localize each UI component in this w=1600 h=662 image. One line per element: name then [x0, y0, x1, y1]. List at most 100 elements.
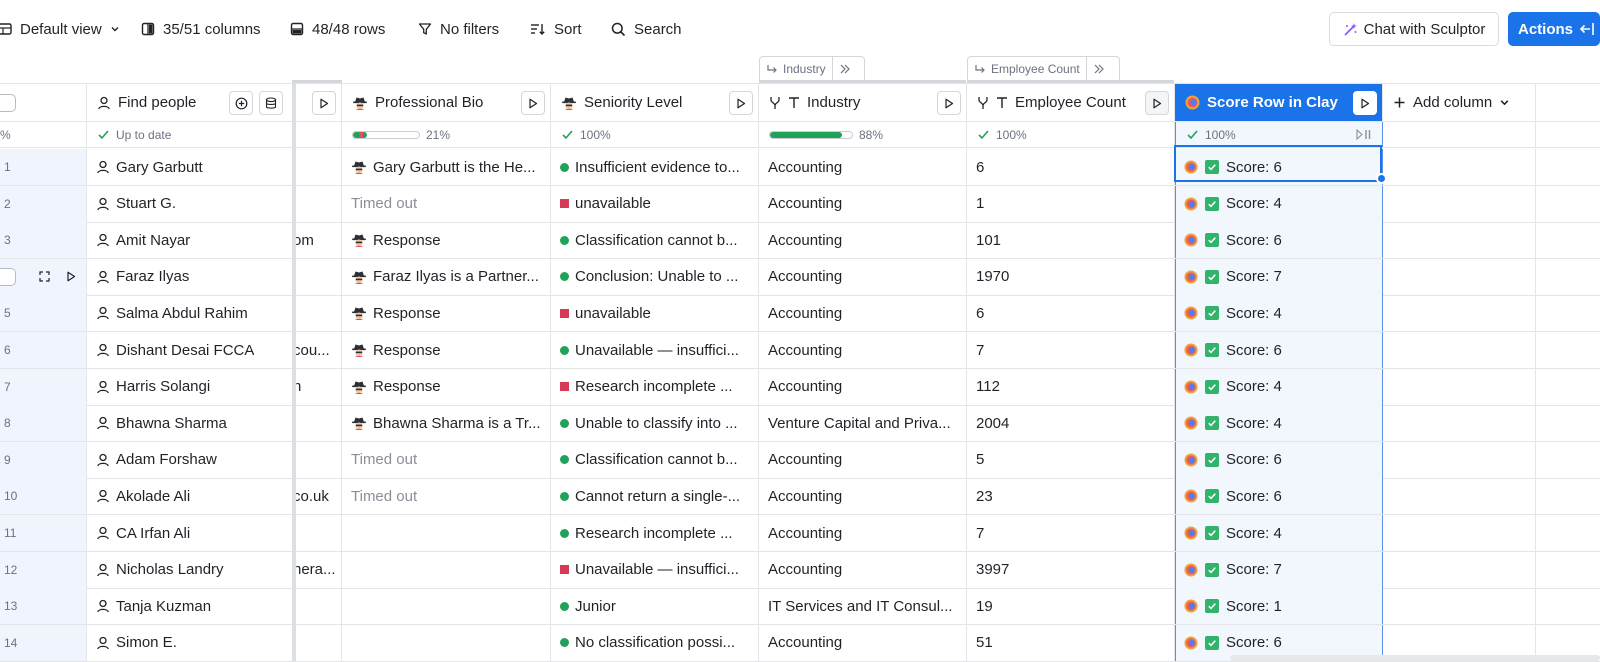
industry-cell[interactable]: Accounting	[759, 149, 967, 185]
column-header-seniority-level[interactable]: Seniority Level	[551, 84, 759, 121]
employee-count-cell[interactable]: 23	[967, 478, 1175, 515]
collapsed-column-cell[interactable]: om	[293, 222, 342, 259]
collapsed-column-cell[interactable]	[293, 295, 342, 332]
professional-bio-cell[interactable]: Faraz Ilyas is a Partner...	[342, 258, 551, 295]
professional-bio-cell[interactable]: Response	[342, 368, 551, 405]
table-row[interactable]: 3 Amit Nayar om Response Classification cann…	[0, 222, 1600, 260]
seniority-level-cell[interactable]: Insufficient evidence to...	[551, 149, 759, 185]
employee-count-cell[interactable]: 7	[967, 332, 1175, 368]
find-people-cell[interactable]: Amit Nayar	[87, 222, 293, 259]
score-cell[interactable]: Score: 4	[1175, 185, 1383, 222]
professional-bio-cell[interactable]	[342, 588, 551, 625]
score-cell[interactable]: Score: 1	[1175, 588, 1383, 625]
seniority-level-cell[interactable]: Research incomplete ...	[551, 368, 759, 405]
seniority-level-cell[interactable]: Conclusion: Unable to ...	[551, 258, 759, 295]
column-header-employee-count[interactable]: Employee Count	[967, 84, 1175, 121]
score-cell[interactable]: Score: 4	[1175, 368, 1383, 405]
employee-count-cell[interactable]: 6	[967, 295, 1175, 332]
score-cell[interactable]: Score: 4	[1175, 405, 1383, 442]
empty-cell[interactable]	[1383, 332, 1536, 368]
seniority-level-cell[interactable]: Unavailable — insuffici...	[551, 551, 759, 588]
employee-count-cell[interactable]: 101	[967, 222, 1175, 259]
table-row[interactable]: 1 Gary Garbutt Gary Garbutt is the He... In…	[0, 149, 1600, 186]
find-people-cell[interactable]: Adam Forshaw	[87, 441, 293, 478]
table-row[interactable]: 2 Stuart G. Timed out unavailable Accounting…	[0, 185, 1600, 223]
run-column-button[interactable]	[937, 91, 961, 115]
horizontal-scrollbar[interactable]	[1230, 655, 1600, 661]
play-pause-icon[interactable]	[1356, 129, 1372, 140]
industry-cell[interactable]: Accounting	[759, 624, 967, 661]
row-index-cell[interactable]: 3	[0, 222, 87, 259]
row-index-cell[interactable]: 12	[0, 551, 87, 588]
score-cell[interactable]: Score: 6	[1175, 332, 1383, 368]
industry-cell[interactable]: Accounting	[759, 258, 967, 295]
find-people-cell[interactable]: Simon E.	[87, 624, 293, 661]
group-tag-employee-count[interactable]: Employee Count	[967, 56, 1120, 81]
collapsed-column-cell[interactable]	[293, 441, 342, 478]
run-column-button[interactable]	[729, 91, 753, 115]
table-row[interactable]: 12 Nicholas Landry nera... Unavailable — in…	[0, 551, 1600, 589]
column-header-collapsed[interactable]	[293, 84, 342, 121]
row-index-cell[interactable]: 13	[0, 588, 87, 625]
seniority-level-cell[interactable]: unavailable	[551, 185, 759, 222]
industry-cell[interactable]: Accounting	[759, 368, 967, 405]
industry-cell[interactable]: Accounting	[759, 185, 967, 222]
empty-cell[interactable]	[1383, 222, 1536, 259]
collapsed-column-cell[interactable]	[293, 149, 342, 185]
row-index-cell[interactable]: 5	[0, 295, 87, 332]
column-header-find-people[interactable]: Find people	[87, 84, 293, 121]
seniority-level-cell[interactable]: Research incomplete ...	[551, 515, 759, 551]
collapsed-column-cell[interactable]: co.uk	[293, 478, 342, 515]
seniority-level-cell[interactable]: Unavailable — insuffici...	[551, 332, 759, 368]
play-icon[interactable]	[66, 271, 76, 282]
professional-bio-cell[interactable]: Response	[342, 332, 551, 368]
table-row[interactable]: 5 Salma Abdul Rahim Response unavailable Acc…	[0, 295, 1600, 333]
find-people-cell[interactable]: Harris Solangi	[87, 368, 293, 405]
find-people-cell[interactable]: Salma Abdul Rahim	[87, 295, 293, 332]
empty-cell[interactable]	[1383, 515, 1536, 551]
find-people-cell[interactable]: Bhawna Sharma	[87, 405, 293, 442]
score-cell[interactable]: Score: 6	[1175, 149, 1383, 185]
find-people-cell[interactable]: Faraz Ilyas	[87, 258, 293, 295]
expand-row-icon[interactable]	[39, 271, 50, 282]
professional-bio-cell[interactable]: Timed out	[342, 441, 551, 478]
table-row[interactable]: 9 Adam Forshaw Timed out Classification can…	[0, 441, 1600, 479]
empty-cell[interactable]	[1383, 258, 1536, 295]
employee-count-cell[interactable]: 7	[967, 515, 1175, 551]
database-button[interactable]	[259, 91, 283, 115]
table-row[interactable]: 11 CA Irfan Ali Research incomplete ... Acc…	[0, 515, 1600, 552]
table-row[interactable]: 8 Bhawna Sharma Bhawna Sharma is a Tr... Un…	[0, 405, 1600, 443]
run-column-button[interactable]	[312, 91, 336, 115]
table-row[interactable]: 7 Harris Solangi n Response Research incompl…	[0, 368, 1600, 406]
empty-cell[interactable]	[1383, 478, 1536, 515]
industry-cell[interactable]: Accounting	[759, 222, 967, 259]
empty-cell[interactable]	[1383, 185, 1536, 222]
fill-handle[interactable]	[1376, 173, 1387, 184]
industry-cell[interactable]: Accounting	[759, 441, 967, 478]
run-column-button[interactable]	[1145, 91, 1169, 115]
professional-bio-cell[interactable]: Response	[342, 222, 551, 259]
professional-bio-cell[interactable]: Response	[342, 295, 551, 332]
seniority-level-cell[interactable]: Junior	[551, 588, 759, 625]
employee-count-cell[interactable]: 2004	[967, 405, 1175, 442]
row-index-cell[interactable]: 10	[0, 478, 87, 515]
collapsed-column-cell[interactable]	[293, 258, 342, 295]
row-index-cell[interactable]: 11	[0, 515, 87, 551]
table-row[interactable]: Faraz Ilyas Faraz Ilyas is a Partner... Co…	[0, 258, 1600, 296]
row-checkbox[interactable]	[0, 267, 16, 286]
column-header-professional-bio[interactable]: Professional Bio	[342, 84, 551, 121]
empty-cell[interactable]	[1383, 405, 1536, 442]
empty-cell[interactable]	[1383, 149, 1536, 185]
table-row[interactable]: 13 Tanja Kuzman Junior IT Services and IT C…	[0, 588, 1600, 626]
view-selector[interactable]: Default view	[0, 17, 120, 41]
empty-cell[interactable]	[1383, 441, 1536, 478]
professional-bio-cell[interactable]: Timed out	[342, 185, 551, 222]
seniority-level-cell[interactable]: Classification cannot b...	[551, 441, 759, 478]
score-cell[interactable]: Score: 6	[1175, 222, 1383, 259]
professional-bio-cell[interactable]: Bhawna Sharma is a Tr...	[342, 405, 551, 442]
find-people-cell[interactable]: Tanja Kuzman	[87, 588, 293, 625]
add-source-button[interactable]	[229, 91, 253, 115]
frozen-column-divider[interactable]	[292, 83, 296, 661]
employee-count-cell[interactable]: 1970	[967, 258, 1175, 295]
columns-button[interactable]: 35/51 columns	[141, 17, 261, 41]
